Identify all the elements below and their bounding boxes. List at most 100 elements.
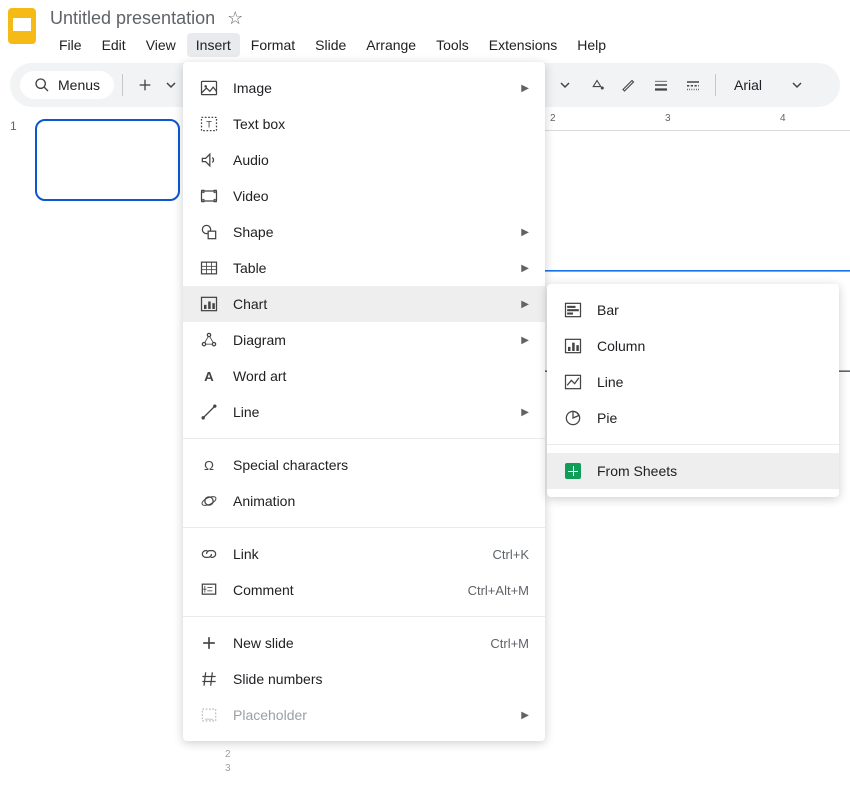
table-icon [199, 258, 219, 278]
menu-arrange[interactable]: Arrange [357, 33, 425, 57]
svg-text:Ω: Ω [204, 458, 214, 473]
menu-format[interactable]: Format [242, 33, 304, 57]
menu-view[interactable]: View [137, 33, 185, 57]
separator [547, 444, 839, 445]
menu-item-label: Line [597, 374, 823, 390]
chart-submenu: BarColumn Line Pie From Sheets [547, 284, 839, 497]
chart-item-column[interactable]: Column [547, 328, 839, 364]
svg-text:A: A [204, 369, 214, 384]
insert-item-image[interactable]: Image ▶ [183, 70, 545, 106]
menu-file[interactable]: File [50, 33, 91, 57]
insert-item-special-characters[interactable]: Ω Special characters [183, 447, 545, 483]
insert-menu-dropdown: Image▶TText boxAudioVideoShape▶Table▶Cha… [183, 62, 545, 741]
textbox-icon: T [199, 114, 219, 134]
svg-text:T: T [206, 119, 212, 129]
wordart-icon: A [199, 366, 219, 386]
menu-item-label: Audio [233, 152, 529, 168]
menus-button[interactable]: Menus [20, 71, 114, 99]
submenu-arrow-icon: ▶ [521, 335, 529, 346]
plus-icon [199, 633, 219, 653]
document-title[interactable]: Untitled presentation [50, 8, 215, 29]
insert-item-diagram[interactable]: Diagram ▶ [183, 322, 545, 358]
link-icon [199, 544, 219, 564]
star-icon[interactable]: ☆ [227, 8, 243, 29]
menu-item-label: Special characters [233, 457, 529, 473]
menu-item-label: Chart [233, 296, 507, 312]
insert-item-audio[interactable]: Audio [183, 142, 545, 178]
submenu-arrow-icon: ▶ [521, 227, 529, 238]
menu-item-label: Word art [233, 368, 529, 384]
menu-item-label: Placeholder [233, 707, 507, 723]
line-icon [199, 402, 219, 422]
slide-number: 1 [10, 119, 17, 197]
new-slide-button[interactable] [131, 71, 159, 99]
chart-item-bar[interactable]: Bar [547, 292, 839, 328]
submenu-arrow-icon: ▶ [521, 83, 529, 94]
menu-item-label: Pie [597, 410, 823, 426]
column-icon [563, 336, 583, 356]
menu-item-label: Shape [233, 224, 507, 240]
insert-item-comment[interactable]: Comment Ctrl+Alt+M [183, 572, 545, 608]
app-logo[interactable] [8, 6, 40, 46]
font-select[interactable]: Arial [724, 73, 830, 97]
insert-item-video[interactable]: Video [183, 178, 545, 214]
chevron-down-icon [166, 80, 176, 90]
menu-item-label: Diagram [233, 332, 507, 348]
menu-help[interactable]: Help [568, 33, 615, 57]
insert-item-word-art[interactable]: A Word art [183, 358, 545, 394]
separator [183, 438, 545, 439]
page-indicators: 23 [225, 748, 231, 776]
menu-tools[interactable]: Tools [427, 33, 478, 57]
pie-icon [563, 408, 583, 428]
menu-slide[interactable]: Slide [306, 33, 355, 57]
menu-item-label: Animation [233, 493, 529, 509]
slide-panel: 1 [0, 111, 200, 209]
insert-item-new-slide[interactable]: New slideCtrl+M [183, 625, 545, 661]
video-icon [199, 186, 219, 206]
sheets-icon [563, 461, 583, 481]
shortcut: Ctrl+K [493, 547, 529, 562]
insert-item-text-box[interactable]: TText box [183, 106, 545, 142]
fill-color-button[interactable] [583, 71, 611, 99]
slide-thumbnail[interactable] [35, 119, 180, 201]
insert-item-slide-numbers[interactable]: Slide numbers [183, 661, 545, 697]
menu-insert[interactable]: Insert [187, 33, 240, 57]
menu-item-label: Comment [233, 582, 454, 598]
menubar: FileEditViewInsertFormatSlideArrangeTool… [50, 33, 842, 57]
border-dash-button[interactable] [679, 71, 707, 99]
diagram-icon [199, 330, 219, 350]
new-slide-dropdown[interactable] [163, 71, 179, 99]
omega-icon: Ω [199, 455, 219, 475]
placeholder-icon [199, 705, 219, 725]
submenu-arrow-icon: ▶ [521, 263, 529, 274]
chart-item-from-sheets[interactable]: From Sheets [547, 453, 839, 489]
chevron-down-button[interactable] [551, 71, 579, 99]
chevron-down-icon [792, 80, 802, 90]
comment-icon [199, 580, 219, 600]
insert-item-line[interactable]: Line ▶ [183, 394, 545, 430]
insert-item-link[interactable]: LinkCtrl+K [183, 536, 545, 572]
shortcut: Ctrl+Alt+M [468, 583, 529, 598]
insert-item-table[interactable]: Table ▶ [183, 250, 545, 286]
menu-item-label: Line [233, 404, 507, 420]
animation-icon [199, 491, 219, 511]
shape-icon [199, 222, 219, 242]
hash-icon [199, 669, 219, 689]
submenu-arrow-icon: ▶ [521, 407, 529, 418]
menu-edit[interactable]: Edit [93, 33, 135, 57]
insert-item-chart[interactable]: Chart ▶ [183, 286, 545, 322]
menu-item-label: Table [233, 260, 507, 276]
border-color-button[interactable] [615, 71, 643, 99]
border-weight-button[interactable] [647, 71, 675, 99]
insert-item-animation[interactable]: Animation [183, 483, 545, 519]
insert-item-shape[interactable]: Shape ▶ [183, 214, 545, 250]
menu-extensions[interactable]: Extensions [480, 33, 566, 57]
menu-item-label: Image [233, 80, 507, 96]
insert-item-placeholder: Placeholder▶ [183, 697, 545, 733]
bar-icon [563, 300, 583, 320]
menu-item-label: New slide [233, 635, 476, 651]
chart-item-line[interactable]: Line [547, 364, 839, 400]
submenu-arrow-icon: ▶ [521, 299, 529, 310]
chart-item-pie[interactable]: Pie [547, 400, 839, 436]
chart-icon [199, 294, 219, 314]
